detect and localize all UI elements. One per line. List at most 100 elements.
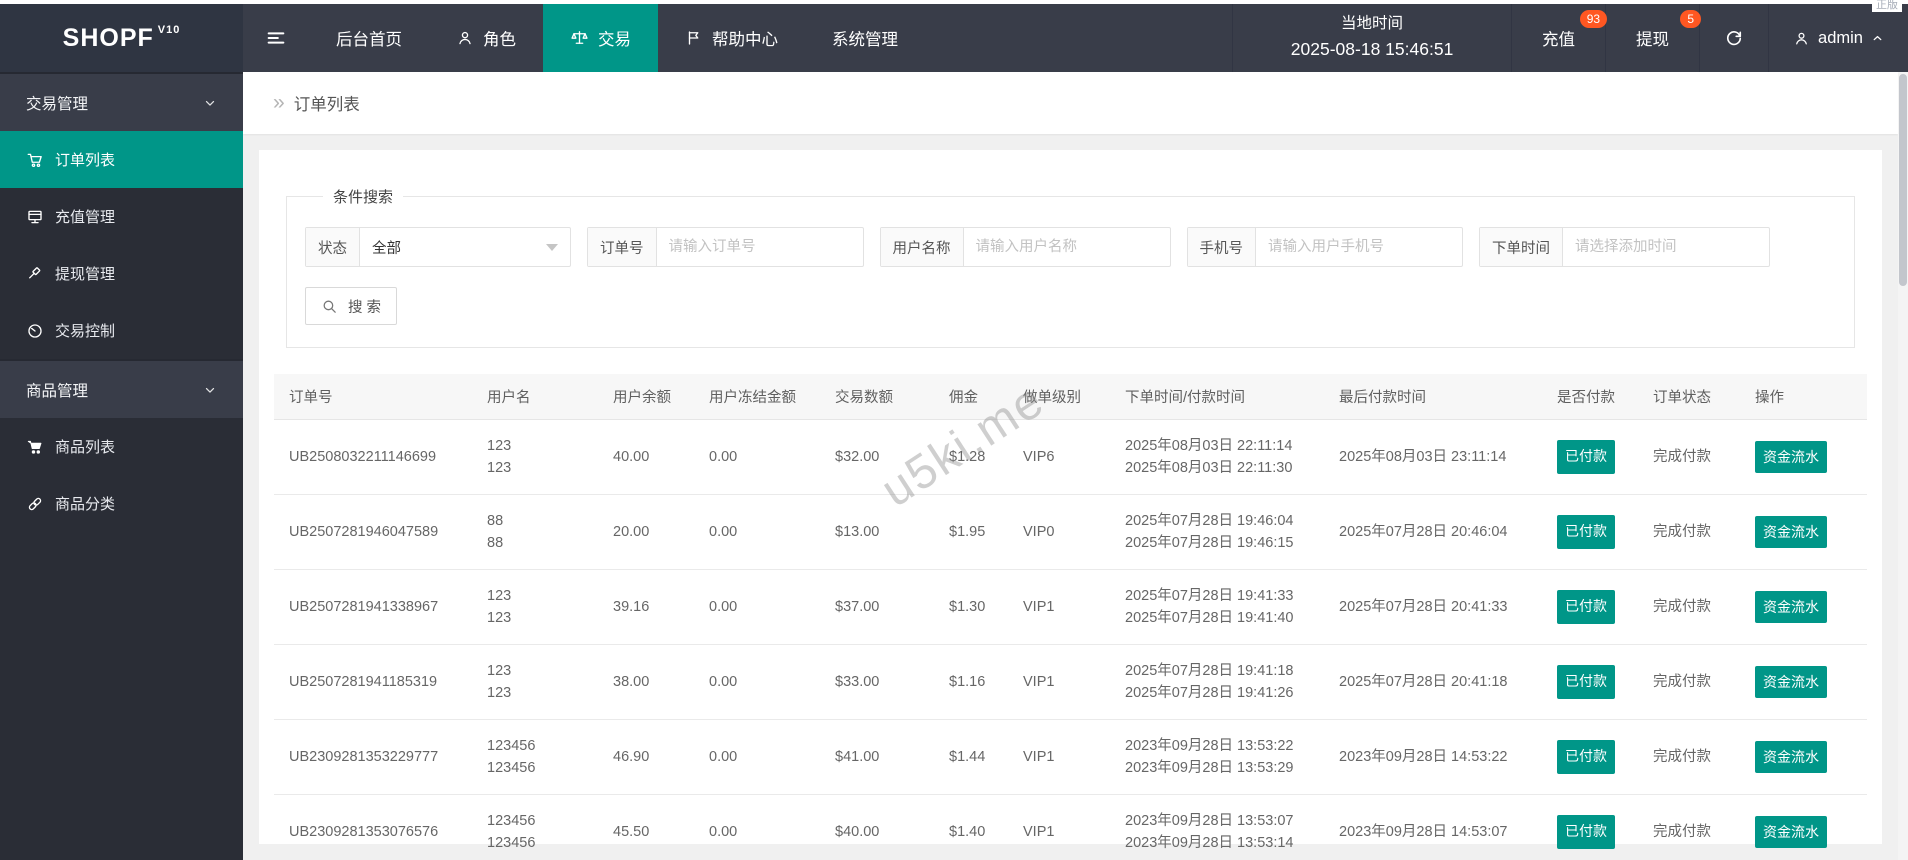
scales-icon [571, 30, 588, 44]
cell-paid: 已付款 [1542, 419, 1638, 495]
cell-paid: 已付款 [1542, 644, 1638, 720]
fund-flow-button[interactable]: 资金流水 [1755, 591, 1827, 623]
fund-flow-button[interactable]: 资金流水 [1755, 441, 1827, 473]
cell-action: 资金流水 [1740, 419, 1867, 495]
cell-order-pay-time: 2025年07月28日 19:41:18 2025年07月28日 19:41:26 [1110, 644, 1324, 720]
recharge-count-badge: 93 [1579, 10, 1608, 28]
status-select[interactable]: 全部 [360, 228, 570, 266]
sidebar-item-label: 交易控制 [55, 323, 116, 340]
nav-tab-help-center[interactable]: 帮助中心 [658, 4, 805, 72]
cell-username: 123 123 [472, 644, 598, 720]
cell-username: 88 88 [472, 494, 598, 570]
table-row: UB2309281353076576 123456 123456 45.50 0.… [274, 794, 1867, 860]
sidebar-group-label: 交易管理 [26, 95, 89, 113]
order-time-filter-group: 下单时间 [1479, 227, 1770, 267]
paid-badge: 已付款 [1557, 590, 1615, 624]
navbar-menu: 后台首页 角色 交易 帮助中心 系统管理 [243, 4, 925, 72]
nav-tab-label: 角色 [483, 31, 516, 49]
fund-flow-button[interactable]: 资金流水 [1755, 741, 1827, 773]
nav-tab-label: 后台首页 [336, 31, 402, 49]
scrollbar-thumb[interactable] [1899, 74, 1907, 286]
page-scrollbar[interactable] [1898, 4, 1908, 860]
cell-level: VIP6 [1008, 419, 1110, 495]
nav-tab-label: 帮助中心 [712, 31, 778, 49]
order-time-input[interactable] [1563, 228, 1769, 266]
col-status: 订单状态 [1638, 374, 1740, 420]
sidebar-group-trade-management[interactable]: 交易管理 [0, 72, 243, 131]
sidebar-item-product-category[interactable]: 商品分类 [0, 475, 243, 532]
admin-page: 正版 SHOPF V10 后台首页 角色 交易 帮助中心 系统管理 当地时间 2… [0, 0, 1908, 860]
nav-tab-home[interactable]: 后台首页 [309, 4, 429, 72]
cell-frozen: 0.00 [694, 644, 820, 720]
cell-amount: $13.00 [820, 494, 934, 570]
order-no-input[interactable] [656, 228, 863, 266]
cell-level: VIP1 [1008, 794, 1110, 860]
refresh-button[interactable] [1699, 4, 1768, 72]
col-action: 操作 [1740, 374, 1867, 420]
local-time-block: 当地时间 2025-08-18 15:46:51 [1232, 4, 1511, 72]
nav-tab-system[interactable]: 系统管理 [805, 4, 925, 72]
search-fieldset: 条件搜索 状态 全部 订单号 用户名称 [286, 186, 1855, 348]
recharge-button[interactable]: 充值 93 [1511, 4, 1608, 72]
phone-input[interactable] [1256, 228, 1462, 266]
col-frozen: 用户冻结金额 [694, 374, 820, 420]
sidebar-item-trade-control[interactable]: 交易控制 [0, 302, 243, 359]
pos-terminal-icon [28, 210, 42, 223]
sidebar-group-label: 商品管理 [26, 382, 89, 400]
withdraw-count-badge: 5 [1680, 10, 1702, 28]
table-row: UB2507281946047589 88 88 20.00 0.00 $13.0… [274, 494, 1867, 570]
cell-order-no: UB2507281941338967 [274, 569, 472, 645]
page-title: 订单列表 [293, 96, 360, 114]
cell-level: VIP1 [1008, 644, 1110, 720]
cell-amount: $37.00 [820, 569, 934, 645]
cell-username: 123456 123456 [472, 719, 598, 795]
status-filter-label: 状态 [306, 228, 360, 266]
table-row: UB2309281353229777 123456 123456 46.90 0.… [274, 719, 1867, 795]
sidebar-item-withdraw-management[interactable]: 提现管理 [0, 245, 243, 302]
local-time-value: 2025-08-18 15:46:51 [1290, 39, 1454, 60]
sidebar-group-product-management[interactable]: 商品管理 [0, 359, 243, 418]
cell-username: 123456 123456 [472, 794, 598, 860]
gavel-icon [29, 266, 41, 278]
cell-username: 123 123 [472, 569, 598, 645]
cell-balance: 38.00 [598, 644, 694, 720]
top-navbar: SHOPF V10 后台首页 角色 交易 帮助中心 系统管理 当地时间 2025… [0, 4, 1908, 72]
cell-commission: $1.95 [934, 494, 1008, 570]
cell-commission: $1.40 [934, 794, 1008, 860]
nav-tab-roles[interactable]: 角色 [429, 4, 543, 72]
cell-paid: 已付款 [1542, 494, 1638, 570]
cell-paid: 已付款 [1542, 794, 1638, 860]
sidebar-item-label: 充值管理 [55, 209, 116, 226]
collapse-sidebar-button[interactable] [243, 4, 309, 72]
sidebar-item-product-list[interactable]: 商品列表 [0, 418, 243, 475]
cell-frozen: 0.00 [694, 719, 820, 795]
cell-commission: $1.30 [934, 569, 1008, 645]
order-no-filter-label: 订单号 [588, 228, 657, 266]
user-icon [1796, 32, 1807, 44]
cell-action: 资金流水 [1740, 569, 1867, 645]
sidebar-item-order-list[interactable]: 订单列表 [0, 131, 243, 188]
search-button[interactable]: 搜 索 [305, 287, 398, 325]
fund-flow-button[interactable]: 资金流水 [1755, 666, 1827, 698]
cell-balance: 46.90 [598, 719, 694, 795]
paid-badge: 已付款 [1557, 815, 1615, 849]
phone-filter-group: 手机号 [1186, 227, 1463, 267]
cell-frozen: 0.00 [694, 569, 820, 645]
cell-amount: $33.00 [820, 644, 934, 720]
cart-filled-icon [27, 440, 42, 454]
cell-order-pay-time: 2025年07月28日 19:41:33 2025年07月28日 19:41:40 [1110, 569, 1324, 645]
user-menu[interactable]: admin [1768, 4, 1908, 72]
fund-flow-button[interactable]: 资金流水 [1755, 516, 1827, 548]
search-legend: 条件搜索 [333, 189, 394, 206]
fund-flow-button[interactable]: 资金流水 [1755, 816, 1827, 848]
sidebar-item-recharge-management[interactable]: 充值管理 [0, 188, 243, 245]
nav-tab-trade[interactable]: 交易 [543, 4, 658, 72]
filter-row: 状态 全部 订单号 用户名称 [305, 227, 1836, 267]
app-logo: SHOPF V10 [0, 4, 243, 72]
username-input[interactable] [963, 228, 1170, 266]
cell-frozen: 0.00 [694, 419, 820, 495]
withdraw-button[interactable]: 提现 5 [1605, 4, 1702, 72]
cell-order-pay-time: 2023年09月28日 13:53:07 2023年09月28日 13:53:14 [1110, 794, 1324, 860]
chevron-down-icon [205, 100, 215, 106]
cell-order-pay-time: 2025年08月03日 22:11:14 2025年08月03日 22:11:30 [1110, 419, 1324, 495]
